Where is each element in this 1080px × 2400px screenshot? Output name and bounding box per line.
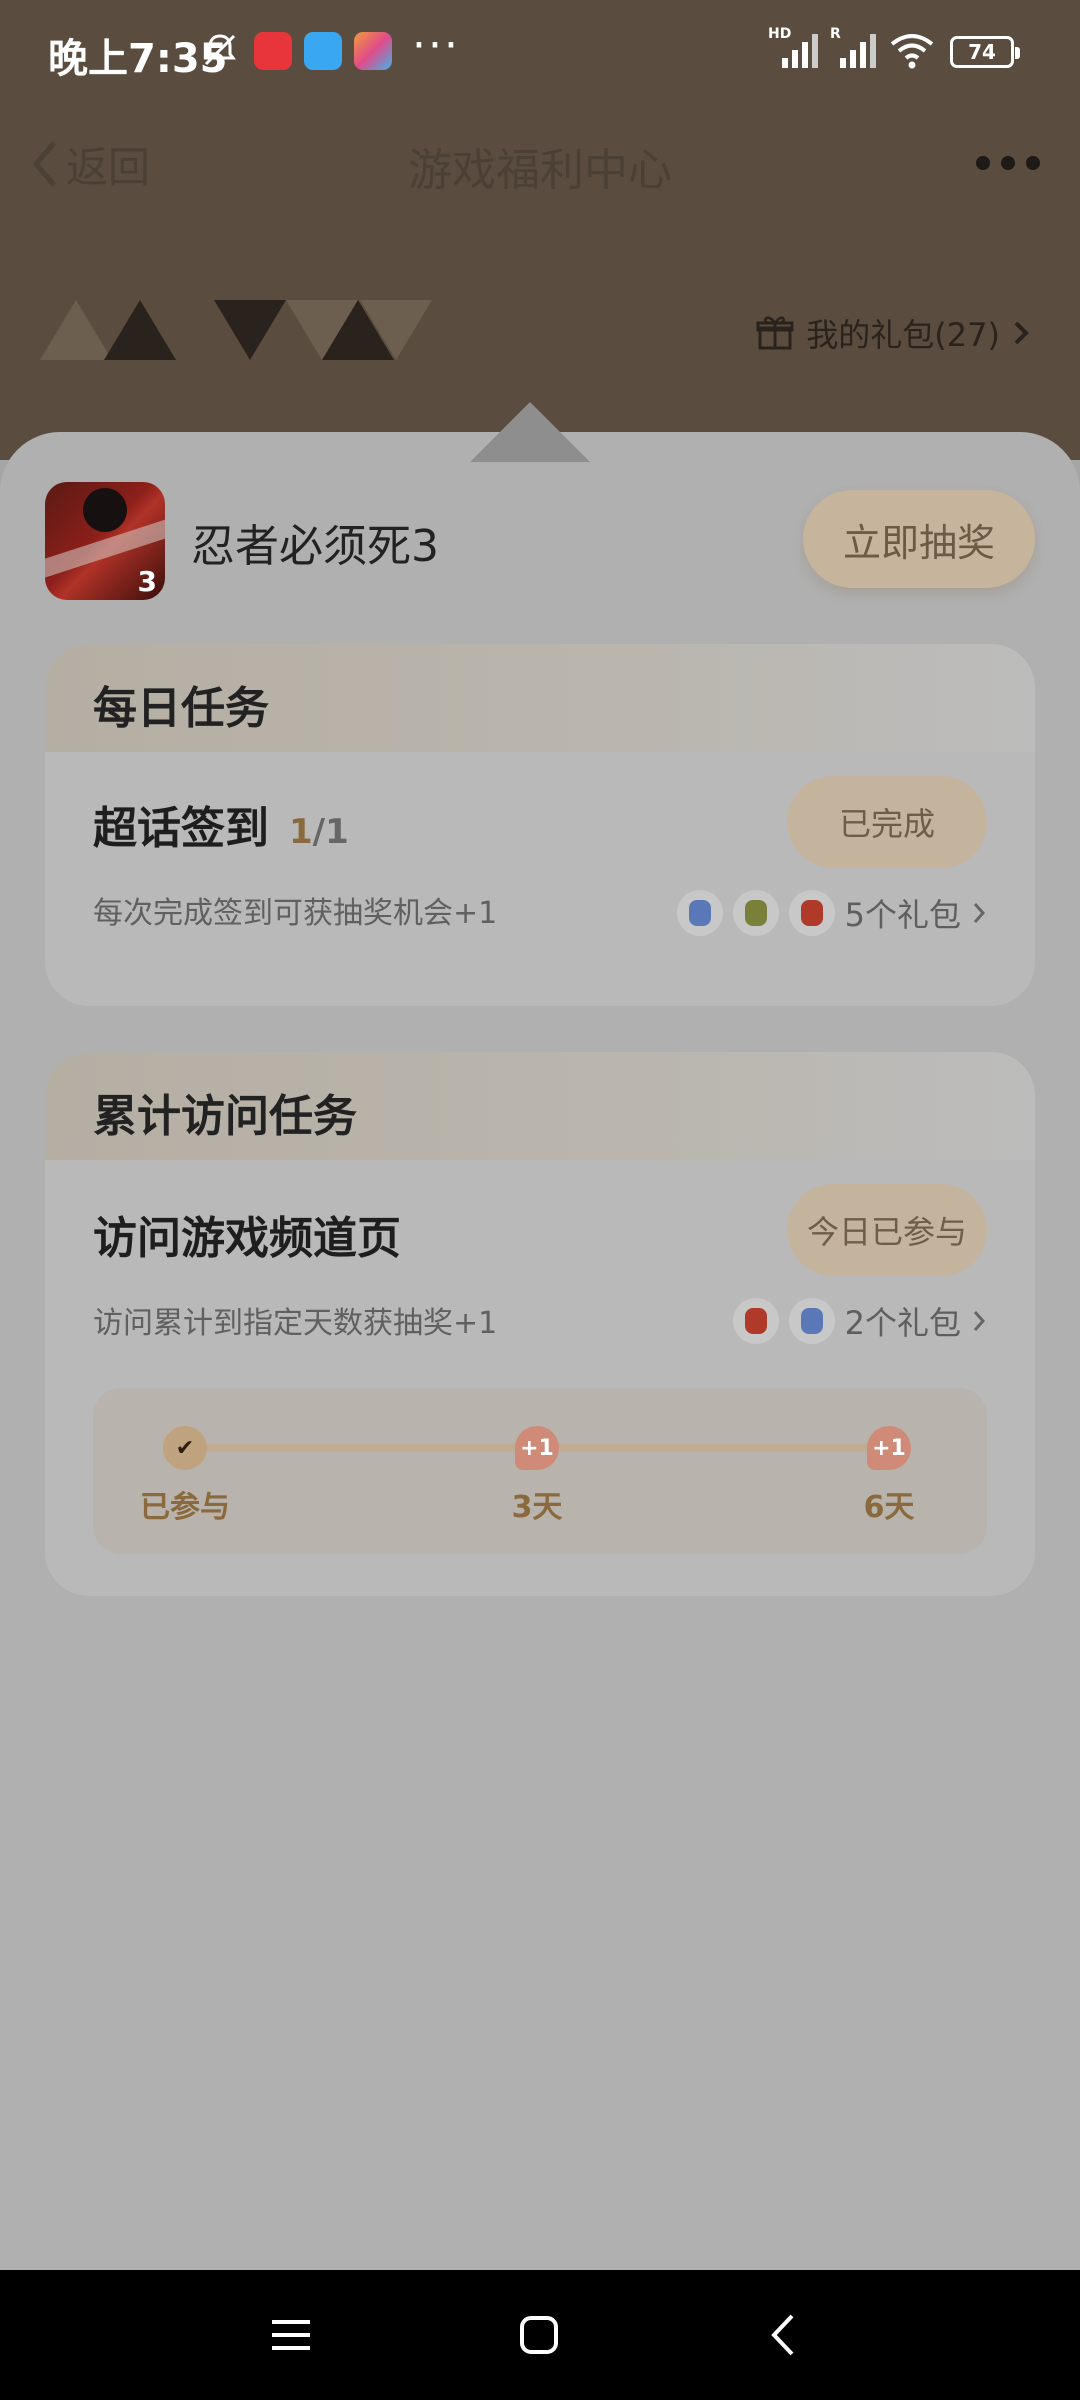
cloud-app-icon: [304, 32, 342, 70]
chevron-right-icon: [1014, 321, 1029, 345]
chevron-right-icon: [973, 1311, 986, 1331]
chevron-right-icon: [973, 903, 986, 923]
gift-count: 2个礼包: [844, 1304, 961, 1342]
task-progress-total: /1: [312, 812, 349, 852]
battery-icon: 74: [950, 36, 1020, 68]
card-title: 累计访问任务: [93, 1091, 357, 1142]
back-icon[interactable]: [760, 2310, 810, 2360]
app-notification-icon: [254, 32, 292, 70]
visit-progress: ✔ +1 +1 已参与 3天 6天: [93, 1388, 987, 1554]
game-name: 忍者必须死3: [191, 521, 439, 572]
daily-task-card: 每日任务 超话签到 1/1 已完成 每次完成签到可获抽奖机会+1 5个礼包: [45, 644, 1035, 1006]
system-nav-bar: [0, 2270, 1080, 2400]
battery-level: 74: [968, 40, 996, 64]
card-header: 累计访问任务: [45, 1052, 1035, 1160]
decor-triangle: [360, 300, 432, 360]
menu-icon[interactable]: [266, 2310, 316, 2360]
card-header: 每日任务: [45, 644, 1035, 752]
signal-r-tag: R: [830, 26, 841, 42]
decor-triangle: [470, 402, 590, 462]
progress-label: 3天: [511, 1490, 563, 1525]
my-gifts-label: 我的礼包(27): [806, 316, 1000, 354]
signal-icon: R: [830, 26, 886, 70]
gift-list-link[interactable]: 2个礼包: [732, 1298, 987, 1344]
status-bar: 晚上7:35 ··· HD R 74: [0, 0, 1080, 104]
task-name: 超话签到: [93, 803, 269, 854]
reward-marker-icon: +1: [515, 1426, 559, 1470]
visit-task-card: 累计访问任务 访问游戏频道页 今日已参与 访问累计到指定天数获抽奖+1 2个礼包…: [45, 1052, 1035, 1596]
task-title: 访问游戏频道页: [93, 1213, 401, 1264]
task-progress-done: 1: [289, 812, 313, 852]
gift-icon: [756, 316, 794, 350]
game-icon[interactable]: 3: [45, 482, 165, 600]
check-icon: ✔: [163, 1426, 207, 1470]
nav-bar: 返回 游戏福利中心: [0, 120, 1080, 210]
task-description: 访问累计到指定天数获抽奖+1: [93, 1306, 498, 1341]
task-title: 超话签到 1/1: [93, 792, 349, 856]
more-notifications-icon: ···: [412, 20, 460, 71]
progress-label: 已参与: [140, 1490, 230, 1525]
gift-count: 5个礼包: [844, 896, 961, 934]
gift-avatar: [676, 890, 723, 936]
gift-avatar: [788, 1298, 835, 1344]
card-title: 每日任务: [93, 683, 269, 734]
gallery-app-icon: [354, 32, 392, 70]
participated-today-button[interactable]: 今日已参与: [787, 1184, 987, 1276]
progress-label: 6天: [863, 1490, 915, 1525]
gift-avatar: [732, 1298, 779, 1344]
bell-muted-icon: [204, 34, 236, 66]
reward-marker-icon: +1: [867, 1426, 911, 1470]
decor-triangle: [104, 300, 176, 360]
draw-lottery-button[interactable]: 立即抽奖: [803, 490, 1035, 588]
gift-list-link[interactable]: 5个礼包: [676, 890, 987, 936]
wifi-icon: [890, 34, 934, 69]
my-gifts-link[interactable]: 我的礼包(27): [756, 310, 1030, 356]
more-options-button[interactable]: [976, 148, 1040, 178]
home-icon[interactable]: [514, 2310, 564, 2360]
page-title: 游戏福利中心: [408, 145, 672, 196]
gift-avatar: [788, 890, 835, 936]
completed-button[interactable]: 已完成: [787, 776, 987, 868]
signal-icon: HD: [768, 26, 824, 70]
task-description: 每次完成签到可获抽奖机会+1: [93, 896, 498, 931]
signal-hd-tag: HD: [768, 26, 792, 42]
game-header: 3 忍者必须死3 立即抽奖: [45, 482, 1035, 602]
decor-triangle: [40, 300, 112, 360]
game-icon-badge: 3: [137, 565, 157, 598]
gift-avatar: [732, 890, 779, 936]
decor-triangle: [214, 300, 286, 360]
